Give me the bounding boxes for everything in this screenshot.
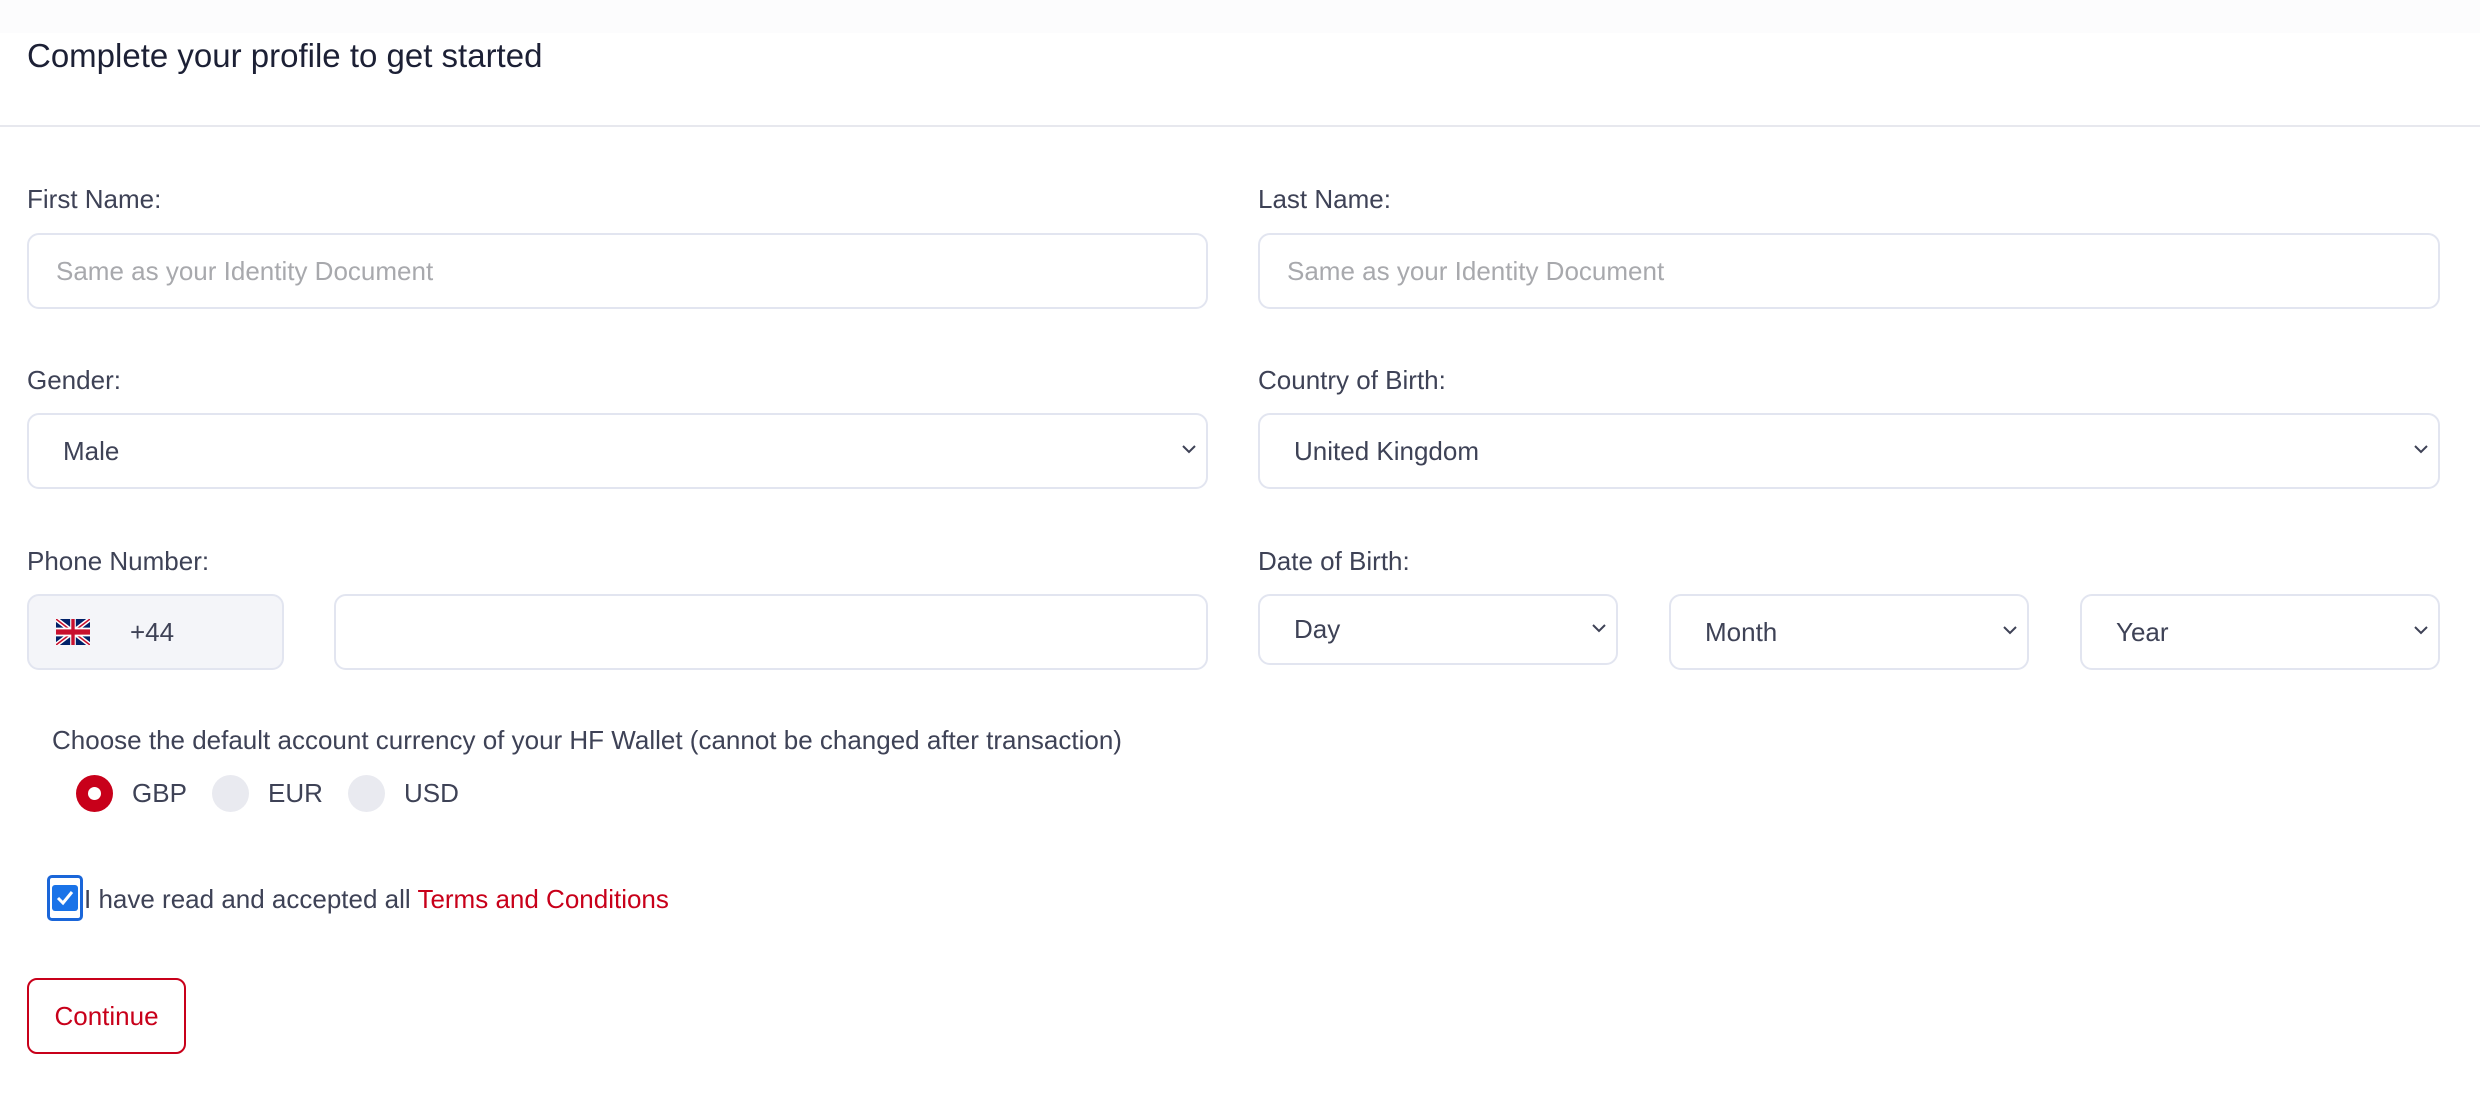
last-name-placeholder: Same as your Identity Document	[1287, 255, 1665, 286]
chevron-down-icon	[2414, 445, 2428, 454]
dob-day-value: Day	[1294, 614, 1341, 644]
last-name-input[interactable]: Same as your Identity Document	[1258, 233, 2440, 309]
header-divider	[0, 125, 2480, 127]
first-name-label: First Name:	[27, 184, 162, 214]
chevron-down-icon	[2003, 626, 2017, 635]
terms-and-conditions-link[interactable]: Terms and Conditions	[417, 884, 668, 914]
currency-label-usd: USD	[404, 778, 459, 808]
chevron-down-icon	[2414, 626, 2428, 635]
uk-flag-icon	[56, 619, 90, 645]
top-strip	[0, 0, 2480, 33]
chevron-down-icon	[1592, 623, 1606, 632]
currency-label-eur: EUR	[268, 778, 323, 808]
currency-radio-gbp[interactable]	[76, 775, 113, 812]
dob-month-select[interactable]: Month	[1669, 594, 2029, 670]
country-selected-value: United Kingdom	[1294, 435, 1479, 466]
last-name-label: Last Name:	[1258, 184, 1391, 214]
phone-country-code: +44	[130, 617, 175, 647]
dob-year-select[interactable]: Year	[2080, 594, 2440, 670]
checkbox-checked-fill	[52, 885, 78, 911]
country-of-birth-label: Country of Birth:	[1258, 365, 1446, 395]
dob-day-select[interactable]: Day	[1258, 594, 1618, 665]
dob-year-value: Year	[2116, 616, 2169, 647]
first-name-input[interactable]: Same as your Identity Document	[27, 233, 1208, 309]
phone-number-input[interactable]	[334, 594, 1208, 670]
terms-statement: I have read and accepted all	[84, 884, 418, 914]
terms-text: I have read and accepted all Terms and C…	[84, 884, 669, 914]
currency-radio-eur[interactable]	[212, 775, 249, 812]
dob-month-value: Month	[1705, 616, 1778, 647]
page-title: Complete your profile to get started	[27, 37, 543, 74]
currency-label-gbp: GBP	[132, 778, 187, 808]
currency-prompt: Choose the default account currency of y…	[52, 725, 1122, 755]
phone-country-code-select[interactable]: +44	[27, 594, 284, 670]
checkmark-icon	[56, 891, 74, 906]
date-of-birth-label: Date of Birth:	[1258, 546, 1410, 576]
terms-checkbox[interactable]	[47, 875, 83, 921]
country-of-birth-select[interactable]: United Kingdom	[1258, 413, 2440, 489]
continue-button[interactable]: Continue	[27, 978, 186, 1054]
gender-label: Gender:	[27, 365, 121, 395]
currency-radio-usd[interactable]	[348, 775, 385, 812]
gender-selected-value: Male	[63, 435, 120, 466]
first-name-placeholder: Same as your Identity Document	[56, 255, 434, 286]
gender-select[interactable]: Male	[27, 413, 1208, 489]
phone-number-label: Phone Number:	[27, 546, 210, 576]
chevron-down-icon	[1182, 445, 1196, 454]
